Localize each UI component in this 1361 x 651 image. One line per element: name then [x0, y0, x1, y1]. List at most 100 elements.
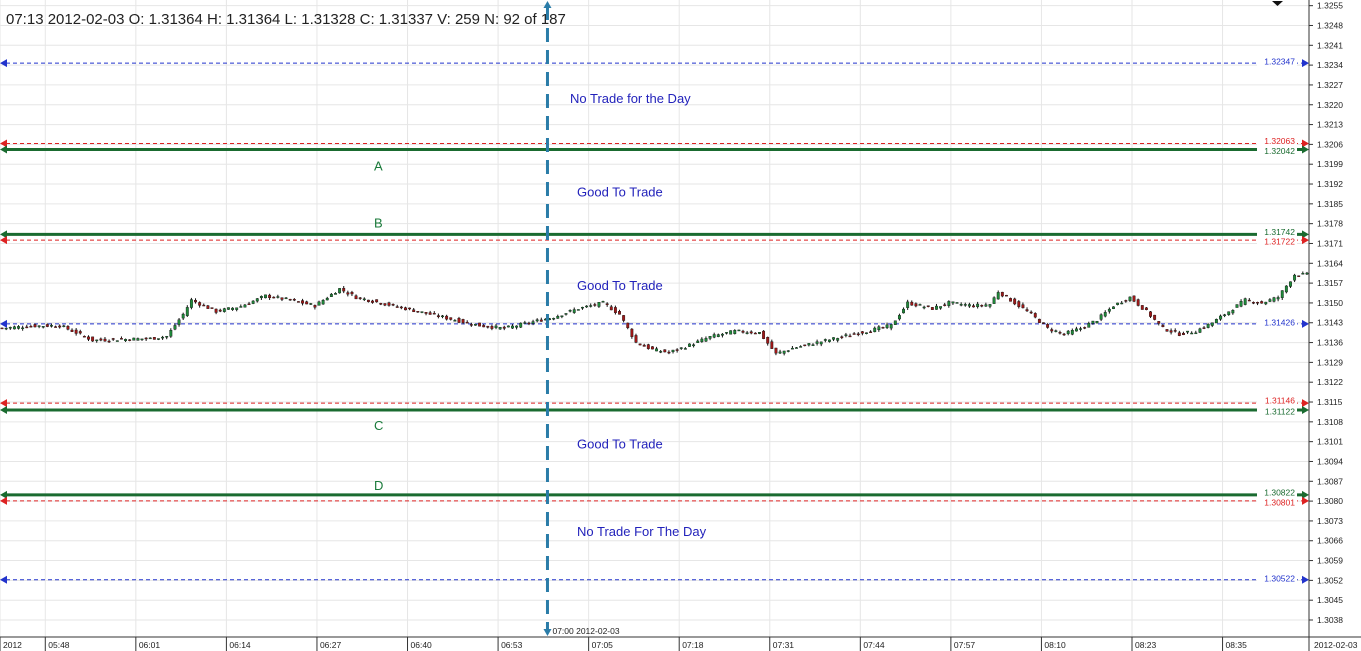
candle[interactable] [762, 330, 766, 340]
y-tick-label: 1.3101 [1317, 437, 1343, 447]
candle-body [581, 306, 584, 309]
zone-label: No Trade For The Day [577, 524, 707, 539]
candle[interactable] [1165, 329, 1169, 332]
candle[interactable] [1005, 294, 1008, 297]
candle-body [527, 322, 531, 325]
candle[interactable] [1013, 297, 1017, 306]
candle[interactable] [1206, 323, 1210, 329]
candle[interactable] [210, 307, 214, 309]
candle[interactable] [638, 343, 642, 346]
candle[interactable] [737, 329, 741, 332]
candle-body [1091, 320, 1095, 324]
candle[interactable] [227, 307, 230, 310]
candle[interactable] [930, 307, 934, 310]
candle-body [239, 306, 243, 308]
candle-body [74, 329, 78, 334]
candle-body [1289, 281, 1292, 287]
candle-body [1190, 332, 1194, 335]
candle-body [618, 311, 621, 315]
candle[interactable] [115, 340, 119, 342]
candle[interactable] [1235, 304, 1239, 308]
x-tick-label: 08:23 [1135, 640, 1157, 650]
candle-body [449, 317, 453, 320]
candle[interactable] [576, 309, 580, 311]
candle[interactable] [651, 346, 654, 350]
x-tick-label: 05:48 [48, 640, 70, 650]
candle[interactable] [688, 343, 691, 347]
candle-body [469, 324, 473, 326]
candle-body [247, 303, 251, 306]
candle-body [1103, 312, 1107, 317]
candle-body [1206, 323, 1210, 328]
candle-body [1264, 301, 1268, 305]
candle-body [474, 323, 477, 326]
candle-body [346, 292, 350, 295]
candle-body [288, 298, 292, 301]
candle-body [276, 296, 280, 298]
candle-body [885, 324, 889, 328]
candle[interactable] [1153, 314, 1157, 321]
candle[interactable] [663, 349, 667, 353]
candlestick-chart[interactable]: 1.32347 1.320631.32042 1.317421.31722 1.314… [0, 0, 1361, 651]
candle-body [807, 343, 811, 346]
candle-body [914, 303, 918, 307]
candle[interactable] [132, 337, 136, 341]
candle-body [87, 336, 90, 340]
candle[interactable] [729, 330, 733, 335]
candle-body [325, 297, 329, 301]
candle-body [1128, 296, 1132, 301]
candle[interactable] [1243, 297, 1247, 306]
candle-body [1235, 304, 1239, 308]
candle-body [836, 338, 840, 341]
candle[interactable] [338, 288, 342, 294]
candle[interactable] [152, 337, 156, 340]
candle-body [387, 302, 391, 306]
candle-body [741, 330, 745, 333]
candle[interactable] [91, 336, 95, 342]
candle[interactable] [646, 343, 650, 350]
candle[interactable] [251, 300, 255, 305]
candle[interactable] [206, 304, 210, 309]
candle[interactable] [1284, 285, 1288, 294]
y-tick-label: 1.3164 [1317, 258, 1343, 268]
y-tick-label: 1.3213 [1317, 120, 1343, 130]
candle-body [655, 348, 658, 352]
candle-body [1186, 330, 1190, 333]
candle-body [955, 302, 959, 304]
candle-body [1251, 302, 1255, 304]
candle[interactable] [1272, 296, 1276, 303]
candle-body [869, 331, 873, 333]
candle-body [1231, 310, 1235, 314]
candle[interactable] [1042, 322, 1045, 325]
y-tick-label: 1.3255 [1317, 1, 1343, 11]
candle-body [745, 332, 749, 334]
candle[interactable] [1140, 305, 1144, 310]
candle[interactable] [893, 320, 897, 325]
candle-body [461, 319, 465, 323]
y-tick-label: 1.3248 [1317, 20, 1343, 30]
candle[interactable] [1136, 298, 1140, 307]
candle-body [4, 327, 8, 330]
candle[interactable] [1132, 295, 1136, 303]
candle-body [716, 334, 720, 337]
candle-body [506, 325, 510, 328]
candle[interactable] [297, 301, 300, 303]
candle[interactable] [758, 332, 761, 335]
candle[interactable] [189, 297, 193, 310]
candle[interactable] [1297, 275, 1301, 277]
candle[interactable] [0, 327, 4, 330]
candle[interactable] [1112, 306, 1115, 310]
candle-body [280, 297, 284, 300]
candle[interactable] [264, 294, 267, 299]
candle-body [148, 337, 152, 340]
x-tick-label: 08:10 [1044, 640, 1066, 650]
candle[interactable] [519, 322, 523, 328]
candle[interactable] [1037, 318, 1041, 323]
candle[interactable] [1214, 318, 1218, 324]
candle-body [284, 297, 288, 300]
candle-body [1112, 306, 1115, 309]
candle[interactable] [955, 302, 959, 304]
candle[interactable] [478, 322, 481, 327]
candle[interactable] [1009, 297, 1012, 302]
candle[interactable] [474, 323, 477, 326]
